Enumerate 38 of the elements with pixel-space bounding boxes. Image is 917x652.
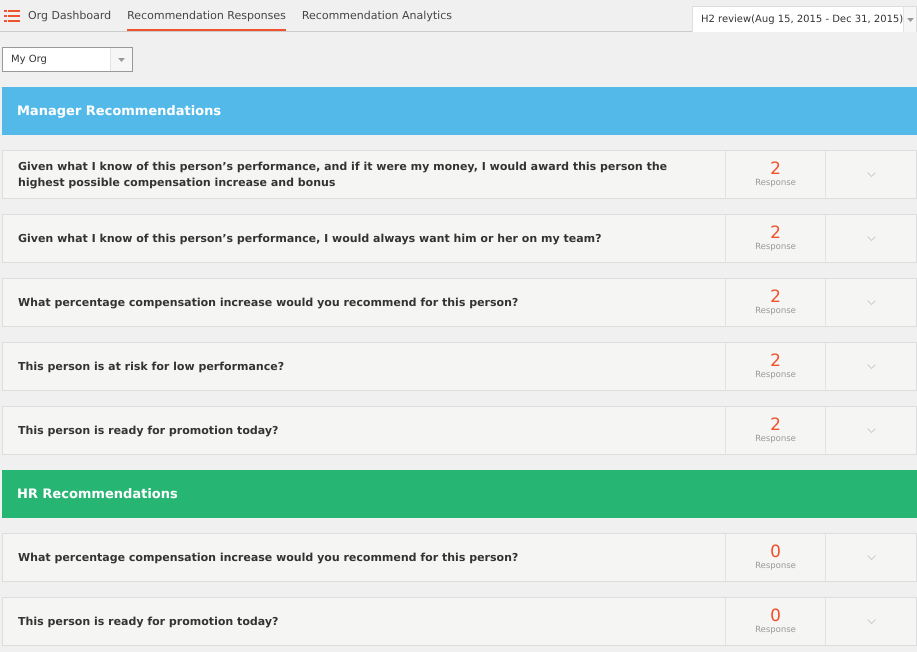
nav-tab[interactable]: Org Dashboard <box>28 7 112 31</box>
response-label: Response <box>755 306 796 316</box>
chevron-down-icon[interactable] <box>866 236 876 241</box>
question-text: Given what I know of this person’s performance, and if it were my money, I would award this person the highest possible compensation increase and bonus <box>17 159 668 190</box>
question-text: Given what I know of this person’s performance, I would always want him or her on my team? <box>17 230 602 247</box>
response-label: Response <box>755 434 796 444</box>
response-count: 2 <box>770 353 781 370</box>
question-text: This person is ready for promotion today? <box>17 422 280 439</box>
section-header: HR Recommendations <box>2 470 917 518</box>
response-count: 0 <box>770 544 781 561</box>
section-header: Manager Recommendations <box>2 87 917 135</box>
menu-list-icon[interactable] <box>4 10 20 22</box>
response-label: Response <box>755 242 796 252</box>
nav-tab[interactable]: Recommendation Analytics <box>302 7 452 31</box>
response-label: Response <box>755 625 796 635</box>
nav-tab[interactable]: Recommendation Responses <box>127 7 286 31</box>
response-count: 2 <box>770 225 781 242</box>
response-label: Response <box>755 178 796 188</box>
org-select[interactable]: My Org <box>2 47 133 72</box>
response-label: Response <box>755 370 796 380</box>
question-text: What percentage compensation increase would you recommend for this person? <box>17 294 520 311</box>
question-text: This person is at risk for low performance? <box>17 358 286 375</box>
dropdown-caret-icon <box>906 18 914 22</box>
chevron-down-icon[interactable] <box>866 428 876 433</box>
dropdown-caret-icon <box>118 58 125 62</box>
period-select[interactable]: H2 review(Aug 15, 2015 - Dec 31, 2015) <box>692 6 917 32</box>
chevron-down-icon[interactable] <box>866 300 876 305</box>
chevron-down-icon[interactable] <box>866 555 876 560</box>
response-count: 2 <box>770 289 781 306</box>
question-text: This person is ready for promotion today? <box>17 614 280 630</box>
chevron-down-icon[interactable] <box>866 619 876 624</box>
question-text: What percentage compensation increase would you recommend for this person? <box>17 550 520 566</box>
response-label: Response <box>755 561 796 571</box>
response-count: 2 <box>770 417 781 434</box>
response-count: 2 <box>770 161 781 178</box>
chevron-down-icon[interactable] <box>866 172 876 177</box>
response-count: 0 <box>770 608 781 625</box>
chevron-down-icon[interactable] <box>866 364 876 369</box>
